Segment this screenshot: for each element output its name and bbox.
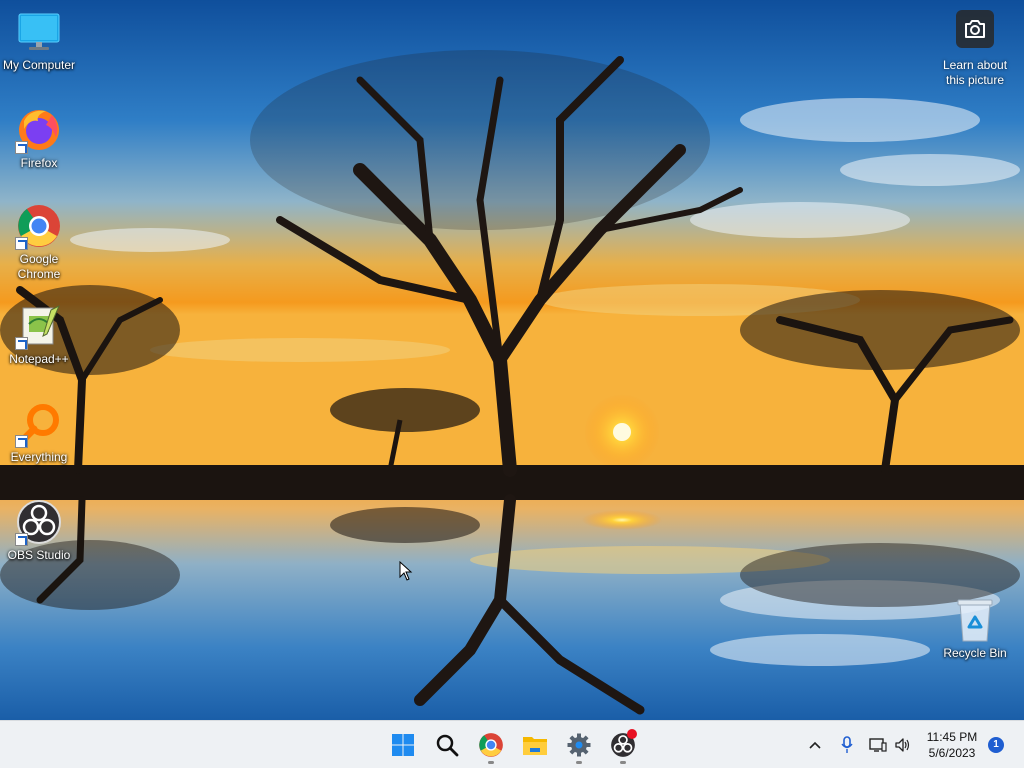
- monitor-icon: [15, 8, 63, 56]
- taskbar-settings-button[interactable]: [559, 725, 599, 765]
- desktop-icon-label: Recycle Bin: [943, 646, 1007, 660]
- start-button[interactable]: [383, 725, 423, 765]
- camera-icon: [956, 10, 994, 48]
- desktop-icon-obs-studio[interactable]: OBS Studio: [0, 498, 78, 563]
- file-explorer-icon: [523, 737, 547, 755]
- desktop-icon-label: Firefox: [20, 156, 58, 170]
- desktop-icon-recycle-bin[interactable]: Recycle Bin: [936, 596, 1014, 661]
- taskbar: 11:45 PM 5/6/2023 1: [0, 720, 1024, 768]
- volume-tray-button[interactable]: [893, 735, 913, 755]
- desktop-icon-everything[interactable]: Everything: [0, 400, 78, 465]
- wallpaper-sunset-scene: [0, 0, 1024, 720]
- taskbar-obs-button[interactable]: [603, 725, 643, 765]
- desktop-icon-label: Google Chrome: [17, 252, 61, 281]
- microphone-icon: [841, 736, 853, 753]
- running-indicator: [576, 761, 582, 764]
- mouse-cursor-icon: [399, 560, 413, 586]
- start-icon: [392, 734, 414, 756]
- microphone-tray-button[interactable]: [837, 735, 857, 755]
- taskbar-chrome-button[interactable]: [471, 725, 511, 765]
- desktop-icon-notepadpp[interactable]: Notepad++: [0, 302, 78, 367]
- speaker-icon: [895, 738, 910, 752]
- network-tray-button[interactable]: [868, 735, 888, 755]
- learn-about-picture-label: Learn about this picture: [942, 58, 1008, 87]
- chrome-icon: [15, 202, 63, 250]
- taskbar-file-explorer-button[interactable]: [515, 725, 555, 765]
- firefox-icon: [15, 106, 63, 154]
- shortcut-arrow-icon: [15, 141, 28, 154]
- taskbar-search-button[interactable]: [427, 725, 467, 765]
- notepadpp-icon: [15, 302, 63, 350]
- learn-about-picture-widget[interactable]: Learn about this picture: [936, 10, 1014, 88]
- settings-icon: [567, 733, 591, 757]
- desktop-icon-google-chrome[interactable]: Google Chrome: [0, 202, 78, 282]
- show-hidden-icons-button[interactable]: [805, 735, 825, 755]
- desktop-wallpaper: [0, 0, 1024, 720]
- chevron-up-icon: [809, 741, 821, 749]
- desktop-icon-label: OBS Studio: [7, 548, 71, 562]
- recording-badge-icon: [627, 729, 637, 739]
- running-indicator: [620, 761, 626, 764]
- notification-badge[interactable]: 1: [988, 737, 1004, 753]
- shortcut-arrow-icon: [15, 337, 28, 350]
- recycle-bin-icon: [951, 596, 999, 644]
- desktop-icon-label: My Computer: [2, 58, 76, 72]
- desktop-icon-label: Notepad++: [9, 352, 69, 366]
- shortcut-arrow-icon: [15, 533, 28, 546]
- desktop-icon-label: Everything: [10, 450, 68, 464]
- taskbar-clock[interactable]: 11:45 PM 5/6/2023: [920, 729, 984, 761]
- shortcut-arrow-icon: [15, 237, 28, 250]
- search-magnifier-icon: [15, 400, 63, 448]
- chrome-icon: [479, 733, 503, 757]
- search-icon: [436, 734, 459, 757]
- shortcut-arrow-icon: [15, 435, 28, 448]
- obs-icon: [15, 498, 63, 546]
- desktop-icon-my-computer[interactable]: My Computer: [0, 8, 78, 73]
- clock-time: 11:45 PM: [926, 730, 978, 744]
- desktop-icon-firefox[interactable]: Firefox: [0, 106, 78, 171]
- network-icon: [869, 738, 887, 752]
- running-indicator: [488, 761, 494, 764]
- clock-date: 5/6/2023: [928, 746, 976, 760]
